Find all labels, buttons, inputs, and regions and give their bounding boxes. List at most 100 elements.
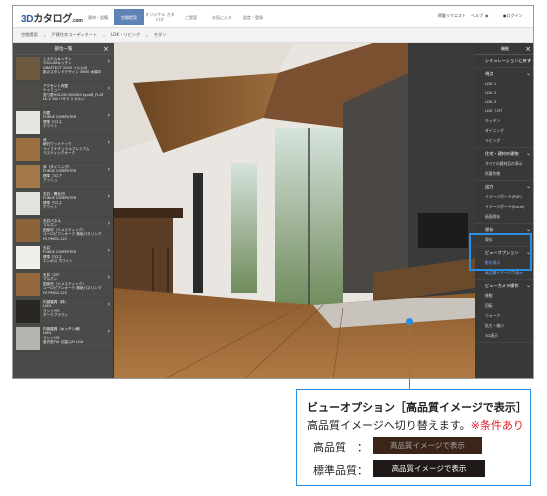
chevron-right-icon: ›	[107, 58, 110, 65]
function-section: 住宅・建材の建物 ⌄ すべての建材品の表示 所要作物	[475, 148, 533, 181]
function-item[interactable]: すべての建材品の表示	[485, 157, 533, 167]
breadcrumb-item[interactable]: 空間提案	[21, 32, 38, 38]
breadcrumb-item[interactable]: LDK・リビング	[111, 32, 140, 38]
function-panel: 機能 × シミュレーションに戻す › 視点 ⌄ LDK 1 LDK 2 LDK 3 LDK（2F…	[475, 43, 533, 378]
function-item[interactable]: 回転	[485, 299, 533, 309]
nav-space-proposal[interactable]: 空間提案	[114, 9, 144, 25]
chevron-down-icon: ⌄	[525, 226, 531, 233]
function-item[interactable]: キッチン	[485, 114, 533, 124]
material-item[interactable]: 天井パネル マルホン 国産材（ドメスティック） ユーロピアンオーク 無垢パネリング FS…	[13, 217, 114, 244]
function-item[interactable]: リビング	[485, 134, 533, 144]
material-swatch	[16, 57, 40, 80]
nav-materials[interactable]: 建材・設備	[83, 9, 113, 25]
material-text: 内壁 FUKUE COMPUTER 標準 クロス ホワイト	[43, 109, 76, 135]
chevron-down-icon: ⌄	[525, 150, 531, 157]
chevron-right-icon: ›	[528, 57, 531, 64]
material-detail: FS PMGS-122	[43, 290, 67, 295]
material-text: 天井パネル マルホン 国産材（ドメスティック） ユーロピアンオーク 無垢パネリング FS…	[43, 217, 102, 243]
function-section-heading[interactable]: シミュレーションに戻す	[485, 58, 533, 64]
breadcrumb-item[interactable]: 戸建住宅コーディネート	[51, 32, 97, 38]
material-detail: ユーロピアンオーク 無垢パネリング	[43, 286, 102, 291]
material-detail: エンボス ホワイト	[43, 259, 73, 264]
material-item[interactable]: 内壁 FUKUE COMPUTER 標準 クロス ホワイト ›	[13, 109, 114, 136]
chevron-right-icon: ›	[107, 220, 110, 227]
breadcrumb: 空間提案 › 戸建住宅コーディネート › LDK・リビング › モダン	[13, 28, 533, 43]
function-item[interactable]: ダイニング	[485, 124, 533, 134]
function-item[interactable]: LDK 2	[485, 86, 533, 95]
material-item[interactable]: 床朝日ウッドテック ライブナチュラルプレミアム ラスティックオーク ›	[13, 136, 114, 163]
material-item[interactable]: アクセント内壁 ケイミュー 塗り壁HOLON 50X300 typeR_FLAT LK…	[13, 82, 114, 109]
material-swatch	[16, 300, 40, 323]
material-item[interactable]: 床（ダイニング） FUKUE COMPUTER 標準 フロア アッシュ ›	[13, 163, 114, 190]
function-section: 視点 ⌄ LDK 1 LDK 2 LDK 3 LDK（2F） キッチン ダイニング リビング	[475, 68, 533, 148]
parts-list-header: 部位一覧 ×	[13, 43, 114, 55]
function-panel-header: 機能 ×	[475, 43, 533, 55]
material-detail: 室内窓FIX 引違い戸 LGA	[43, 340, 84, 345]
condition-note: ※条件あり	[470, 419, 524, 432]
material-swatch	[16, 165, 40, 188]
function-item[interactable]: 拡大・縮小	[485, 319, 533, 329]
callout-subtitle: 高品質イメージへ切り替えます。※条件あり	[307, 419, 524, 432]
material-item[interactable]: 内部建具（枠） LIXIL ラシッサS ダークブラウン ›	[13, 298, 114, 325]
material-item[interactable]: 天井 FUKUE COMPUTER 標準 クロス エンボス ホワイト ›	[13, 244, 114, 271]
chevron-right-icon: ›	[107, 301, 110, 308]
material-detail: ラスティックオーク	[43, 151, 76, 156]
nav-original-catalog[interactable]: オリジナル カタログ	[145, 9, 175, 25]
function-item[interactable]: LDK 3	[485, 95, 533, 104]
high-quality-button-active[interactable]: 高品質イメージで表示	[373, 437, 482, 454]
material-item[interactable]: 天井（2F） マルホン 国産材（ドメスティック） ユーロピアンオーク 無垢パネリング F…	[13, 271, 114, 298]
nav-favorites[interactable]: お気に入り	[207, 9, 237, 25]
callout-box: ビューオプション［高品質イメージで表示］ 高品質イメージへ切り替えます。※条件あ…	[296, 389, 531, 486]
material-item[interactable]: システムキッチン TOCLASキッチン GRAFTECT 2020 イルカの 肌のスタ…	[13, 55, 114, 82]
user-icon[interactable]: ◉	[485, 13, 489, 18]
function-item[interactable]: 所要作物	[485, 167, 533, 177]
close-icon[interactable]: ×	[525, 45, 531, 53]
function-item[interactable]: イメージボード(PDF)	[485, 190, 533, 200]
material-detail: ホワイト	[43, 205, 58, 210]
request-link[interactable]: 掲載リクエスト	[438, 13, 466, 19]
material-text: 天井 FUKUE COMPUTER 標準 クロス エンボス ホワイト	[43, 244, 76, 270]
function-item[interactable]: LDK 1	[485, 77, 533, 86]
function-item[interactable]: 画面保存	[485, 210, 533, 220]
material-text: 天井（2F） マルホン 国産材（ドメスティック） ユーロピアンオーク 無垢パネリング F…	[43, 271, 102, 297]
function-item[interactable]: 3D表示	[485, 329, 533, 339]
3d-viewport[interactable]: 部位一覧 × システムキッチン TOCLASキッチン GRAFTECT 2020 イル…	[13, 43, 533, 378]
parts-list: システムキッチン TOCLASキッチン GRAFTECT 2020 イルカの 肌のスタ…	[13, 55, 114, 352]
function-section: シミュレーションに戻す ›	[475, 55, 533, 68]
nav-settings[interactable]: 設定・登録	[238, 9, 268, 25]
material-detail: アッシュ	[43, 178, 58, 183]
material-text: アクセント内壁 ケイミュー 塗り壁HOLON 50X300 typeR_FLAT LK…	[43, 82, 104, 108]
app-window: 3Dカタログ.com 建材・設備 空間提案 オリジナル カタログ ご提案 お気に…	[12, 5, 534, 379]
chevron-right-icon: ›	[107, 166, 110, 173]
chevron-right-icon: ›	[43, 32, 46, 38]
material-text: システムキッチン TOCLASキッチン GRAFTECT 2020 イルカの 肌のスタ…	[43, 55, 101, 81]
material-detail: ユーロピアンオーク 無垢パネリング	[43, 232, 102, 237]
material-text: 床（ダイニング） FUKUE COMPUTER 標準 フロア アッシュ	[43, 163, 76, 189]
function-item[interactable]: イメージボード(Excel)	[485, 200, 533, 210]
material-swatch	[16, 219, 40, 242]
chevron-right-icon: ›	[107, 328, 110, 335]
material-item[interactable]: 内部建具（キッチン側） LIXIL ラシッサS 室内窓FIX 引違い戸 LGA ›	[13, 325, 114, 352]
function-item[interactable]: ウォーク	[485, 309, 533, 319]
material-text: 内部建具（枠） LIXIL ラシッサS ダークブラウン	[43, 298, 68, 324]
material-text: 床朝日ウッドテック ライブナチュラルプレミアム ラスティックオーク	[43, 136, 89, 162]
standard-quality-label: 標準品質：	[313, 464, 368, 477]
close-icon[interactable]: ×	[103, 45, 109, 53]
material-item[interactable]: 天井・間仕切 FUKUE COMPUTER 標準 クロス ホワイト ›	[13, 190, 114, 217]
function-item[interactable]: LDK（2F）	[485, 104, 533, 114]
function-item[interactable]: 移動	[485, 289, 533, 299]
chevron-right-icon: ›	[107, 247, 110, 254]
function-sections: シミュレーションに戻す › 視点 ⌄ LDK 1 LDK 2 LDK 3 LDK（2F） キッチ…	[475, 55, 533, 343]
material-swatch	[16, 246, 40, 269]
chevron-right-icon: ›	[107, 193, 110, 200]
chevron-right-icon: ›	[107, 85, 110, 92]
login-link[interactable]: ●ログイン	[503, 13, 523, 19]
chevron-right-icon: ›	[107, 274, 110, 281]
help-link[interactable]: ヘルプ	[471, 13, 483, 19]
logo[interactable]: 3Dカタログ.com	[21, 10, 83, 25]
material-detail: ホワイト	[43, 124, 58, 129]
material-swatch	[16, 138, 40, 161]
nav-proposal[interactable]: ご提案	[176, 9, 206, 25]
chevron-right-icon: ›	[146, 32, 148, 38]
high-quality-button-standard[interactable]: 高品質イメージで表示	[373, 460, 485, 477]
